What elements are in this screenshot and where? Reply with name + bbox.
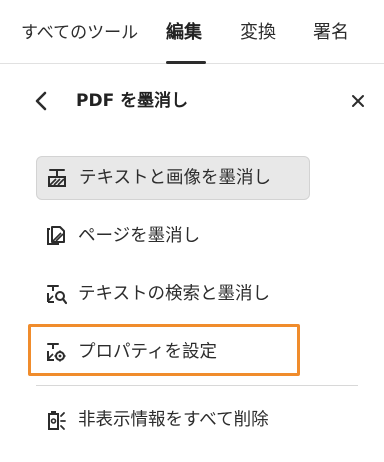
tab-convert[interactable]: 変換: [240, 20, 276, 46]
divider: [36, 385, 358, 386]
chevron-left-icon: [35, 91, 47, 111]
menu-item-remove-hidden-info[interactable]: 非表示情報をすべて削除: [36, 398, 310, 442]
panel-title: PDF を墨消し: [76, 91, 189, 111]
find-redact-icon: [44, 282, 68, 306]
menu-item-label: テキストと画像を墨消し: [79, 168, 271, 188]
menu-item-label: テキストの検索と墨消し: [78, 284, 270, 304]
redact-panel: すべてのツール 編集 変換 署名 PDF を墨消し テキストと画像を墨消し ペー…: [0, 0, 384, 462]
close-icon: [352, 95, 364, 107]
tab-sign[interactable]: 署名: [313, 20, 349, 46]
menu-item-set-properties[interactable]: プロパティを設定: [36, 330, 310, 374]
menu-item-redact-text-images[interactable]: テキストと画像を墨消し: [36, 156, 310, 200]
menu-item-redact-pages[interactable]: ページを墨消し: [36, 214, 310, 258]
close-button[interactable]: [347, 90, 369, 112]
menu-item-label: 非表示情報をすべて削除: [78, 410, 269, 430]
menu-item-label: ページを墨消し: [78, 226, 201, 246]
menu-item-find-and-redact[interactable]: テキストの検索と墨消し: [36, 272, 310, 316]
redact-text-image-icon: [45, 166, 69, 190]
remove-hidden-info-icon: [44, 408, 68, 432]
tab-all-tools[interactable]: すべてのツール: [21, 20, 138, 46]
back-button[interactable]: [30, 88, 52, 114]
redaction-properties-icon: [44, 340, 68, 364]
top-tab-bar: すべてのツール 編集 変換 署名: [0, 0, 384, 64]
menu-item-label: プロパティを設定: [78, 342, 217, 362]
tab-edit[interactable]: 編集: [166, 20, 202, 46]
active-tab-indicator: [166, 61, 206, 64]
redact-pages-icon: [44, 224, 68, 248]
